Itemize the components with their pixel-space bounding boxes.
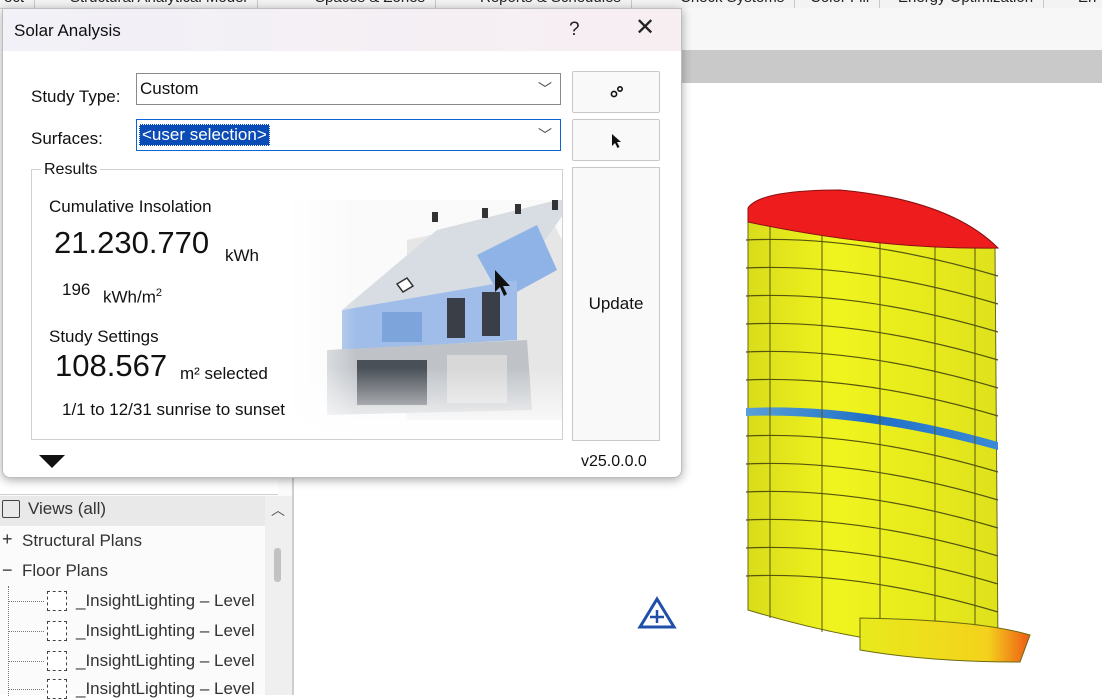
tree-item-floor-plan[interactable]: _InsightLighting – Level	[76, 591, 255, 611]
tree-item-floor-plans[interactable]: Floor Plans	[22, 561, 108, 581]
browser-header-label: Views (all)	[28, 499, 107, 518]
surfaces-value: <user selection>	[139, 124, 270, 146]
tree-guide	[8, 689, 44, 690]
tree-guide	[8, 661, 44, 662]
update-button-label: Update	[588, 294, 644, 313]
tree-item-floor-plan[interactable]: _InsightLighting – Level	[76, 679, 255, 699]
floor-plan-icon	[47, 591, 67, 611]
version-label: v25.0.0.0	[581, 453, 647, 470]
study-settings-label: Study Settings	[49, 327, 159, 346]
scroll-thumb[interactable]	[274, 548, 281, 582]
cursor-pick-icon	[612, 134, 621, 148]
dialog-title: Solar Analysis	[14, 21, 121, 40]
help-button[interactable]: ?	[569, 19, 580, 41]
update-button[interactable]: Update	[572, 167, 660, 441]
cumulative-insolation-unit: kWh	[225, 246, 259, 265]
ribbon-tab[interactable]: Structural Analytical Model	[60, 0, 258, 8]
study-settings-button[interactable]	[572, 71, 660, 113]
house-illustration	[287, 200, 562, 439]
browser-header[interactable]: Views (all)	[0, 496, 265, 526]
selected-area-value: 108.567	[55, 348, 168, 383]
study-period: 1/1 to 12/31 sunrise to sunset	[62, 400, 286, 419]
ribbon-tab[interactable]: Reports & Schedules	[470, 0, 632, 8]
selected-area-unit: m² selected	[180, 364, 268, 383]
insolation-per-area-unit: kWh/m2	[103, 287, 162, 308]
solar-building-model[interactable]	[730, 180, 1050, 680]
dialog-titlebar[interactable]: Solar Analysis ? ✕	[3, 9, 681, 51]
project-browser: Views (all) ︿ + Structural Plans − Floor…	[0, 476, 294, 699]
tree-guide	[8, 631, 44, 632]
ribbon-tab[interactable]: Color Fill	[800, 0, 881, 8]
tree-guide	[8, 586, 9, 696]
scroll-up-icon[interactable]: ︿	[271, 500, 285, 520]
views-icon	[2, 500, 20, 518]
cumulative-insolation-label: Cumulative Insolation	[49, 197, 212, 216]
collapse-icon[interactable]: −	[2, 560, 13, 581]
ribbon-tab[interactable]: Spaces & Zones	[305, 0, 437, 8]
tree-guide	[8, 601, 44, 602]
floor-plan-icon	[47, 679, 67, 699]
tree-item-floor-plan[interactable]: _InsightLighting – Level	[76, 651, 255, 671]
ribbon-tab[interactable]: ect	[0, 0, 36, 8]
close-button[interactable]: ✕	[635, 16, 655, 40]
browser-search-strip	[0, 476, 278, 495]
tree-item-structural-plans[interactable]: Structural Plans	[22, 531, 142, 551]
study-type-select[interactable]: Custom ﹀	[136, 73, 561, 105]
study-type-value: Custom	[140, 79, 199, 98]
tree-item-floor-plan[interactable]: _InsightLighting – Level	[76, 621, 255, 641]
ribbon-tab[interactable]: Check Systems	[670, 0, 796, 8]
ribbon-panel	[680, 8, 1102, 50]
insolation-per-area-value: 196	[62, 280, 91, 299]
expand-triangle-icon[interactable]	[39, 455, 65, 468]
ribbon-tab[interactable]: En	[1068, 0, 1102, 8]
floor-plan-icon	[47, 621, 67, 641]
gear-settings-icon	[610, 85, 624, 98]
study-type-label: Study Type:	[31, 87, 121, 106]
surfaces-label: Surfaces:	[31, 129, 103, 148]
solar-analysis-dialog: Solar Analysis ? ✕ Study Type: Custom ﹀ …	[2, 8, 682, 478]
chevron-down-icon: ﹀	[538, 81, 552, 97]
chevron-down-icon: ﹀	[538, 127, 552, 143]
floor-plan-icon	[47, 651, 67, 671]
per-area-unit-exponent: 2	[155, 287, 163, 299]
results-group: Cumulative Insolation 21.230.770 kWh 196…	[31, 169, 563, 440]
surfaces-select[interactable]: <user selection> ﹀	[136, 119, 561, 151]
results-legend: Results	[41, 161, 101, 179]
navigation-compass-icon[interactable]	[637, 596, 677, 630]
browser-scrollbar[interactable]: ︿	[265, 496, 292, 695]
pick-surfaces-button[interactable]	[572, 119, 660, 161]
view-tab-strip	[680, 50, 1102, 83]
expand-icon[interactable]: +	[2, 529, 13, 550]
cumulative-insolation-value: 21.230.770	[54, 225, 210, 260]
per-area-unit-text: kWh/m	[103, 287, 156, 307]
ribbon-tab[interactable]: Energy Optimization	[888, 0, 1045, 8]
